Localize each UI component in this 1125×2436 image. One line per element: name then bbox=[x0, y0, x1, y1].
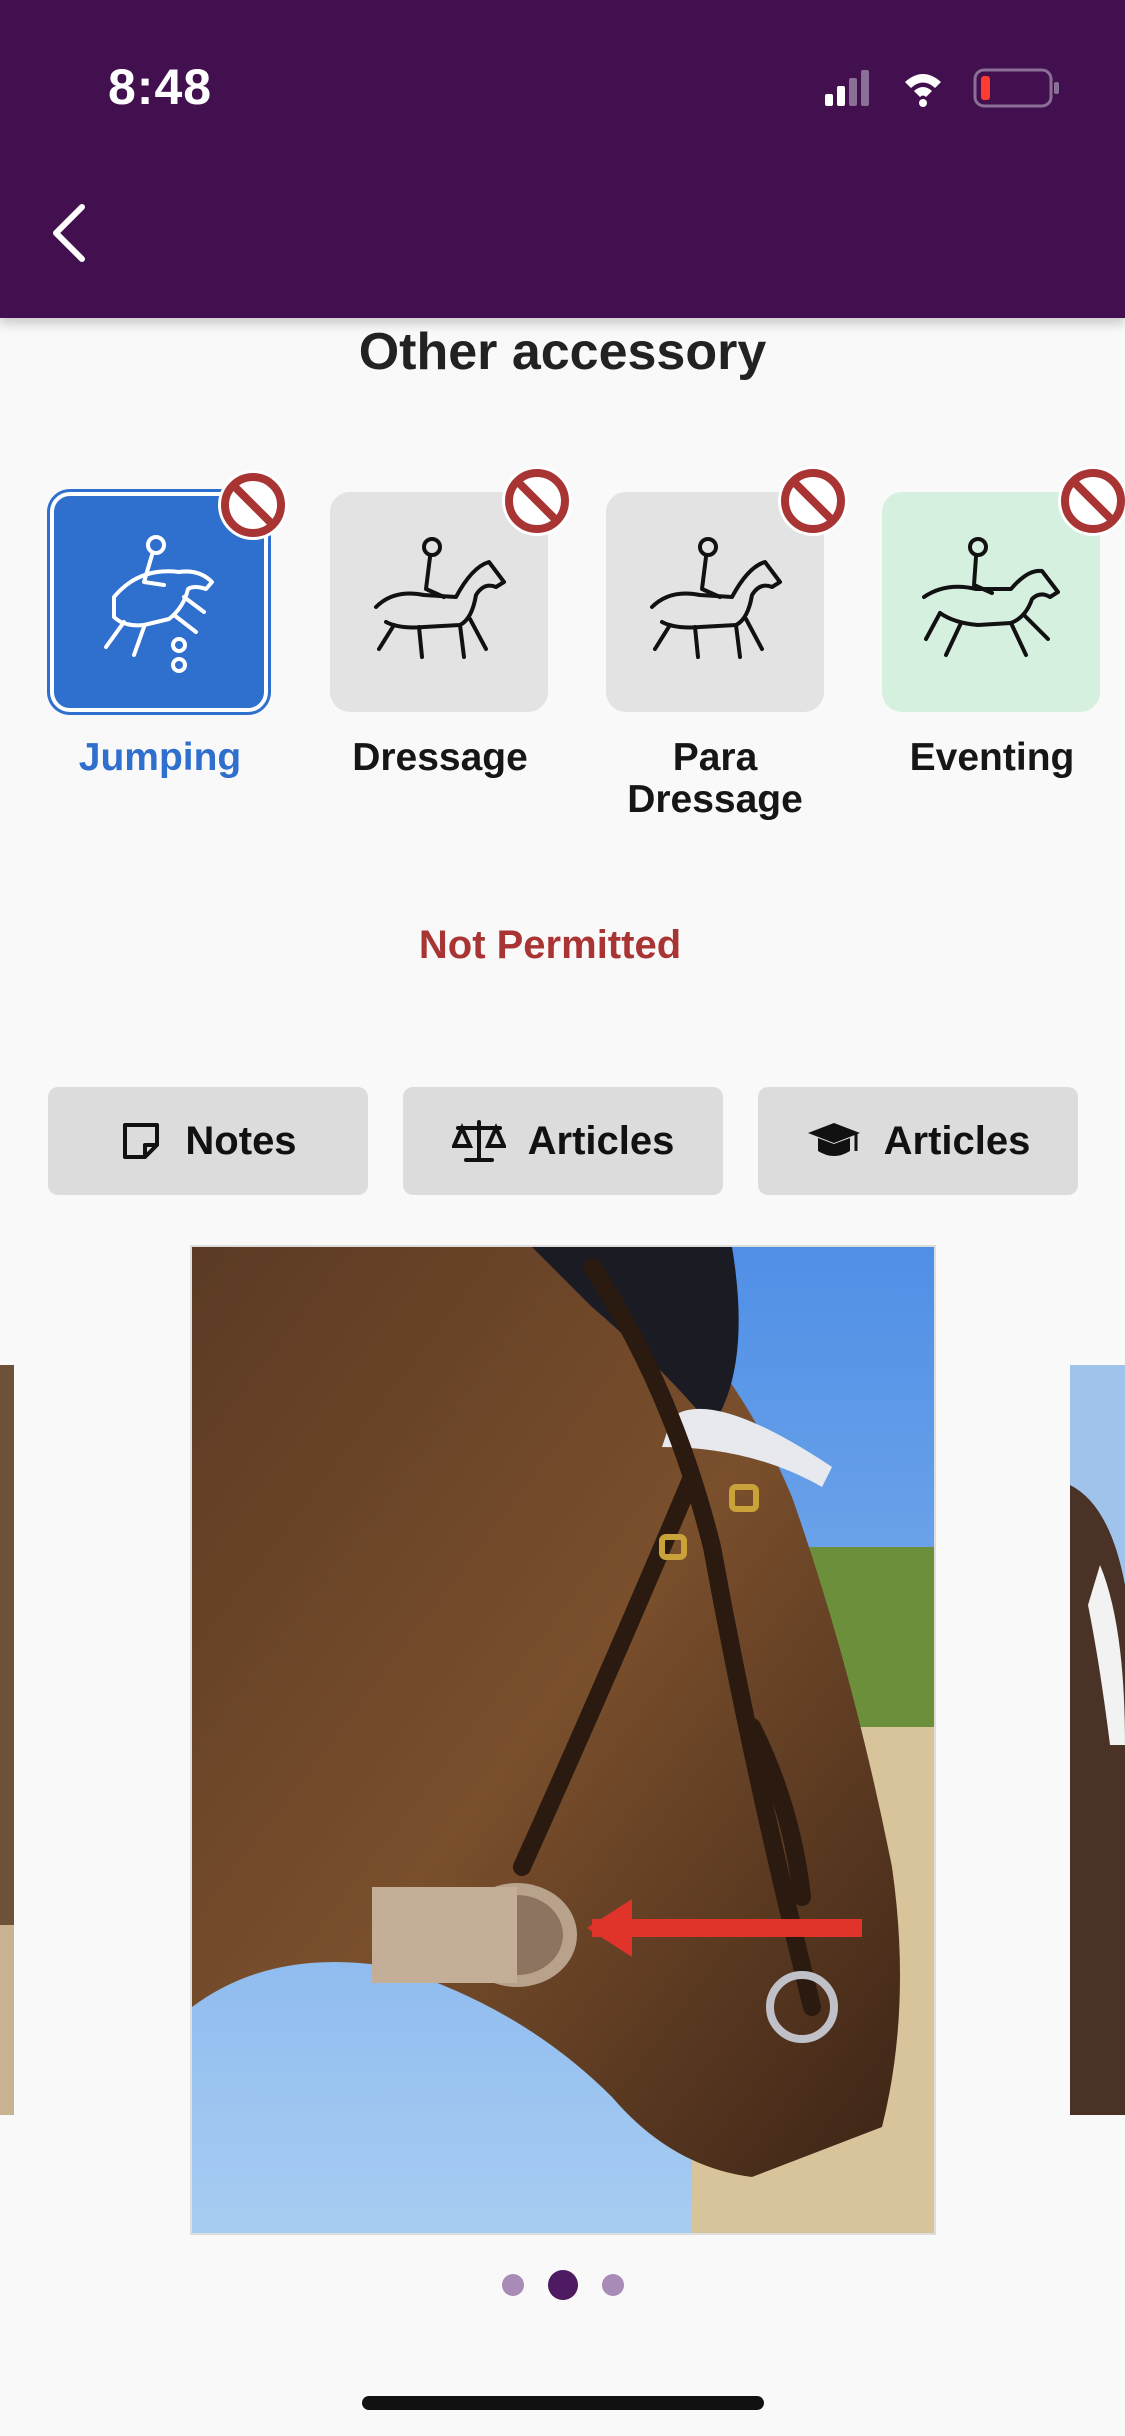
page-dot-active[interactable] bbox=[547, 2270, 578, 2300]
jumping-tile[interactable] bbox=[50, 470, 288, 712]
dressage-horse-icon bbox=[374, 537, 506, 659]
accessory-photo[interactable] bbox=[190, 1245, 936, 2235]
home-indicator[interactable] bbox=[362, 2396, 764, 2410]
previous-photo-preview[interactable] bbox=[0, 1365, 14, 2115]
jumping-horse-icon bbox=[104, 535, 214, 673]
page-dot[interactable] bbox=[501, 2274, 524, 2296]
permission-status: Not Permitted bbox=[418, 923, 682, 967]
scales-icon bbox=[451, 1120, 506, 1162]
prohibited-icon bbox=[505, 469, 569, 533]
prohibited-icon bbox=[781, 469, 845, 533]
graduation-cap-icon bbox=[807, 1123, 860, 1156]
discipline-label: Eventing bbox=[909, 736, 1075, 779]
prohibited-badge bbox=[218, 470, 288, 540]
prohibited-icon bbox=[1061, 469, 1125, 533]
discipline-label: Para Dressage bbox=[627, 736, 803, 821]
app-header: 8:48 bbox=[0, 0, 1125, 318]
status-icons bbox=[825, 68, 1059, 108]
horse-photo bbox=[192, 1247, 934, 2233]
carousel-pagination bbox=[0, 2270, 1125, 2300]
notes-label: Notes bbox=[185, 1118, 297, 1163]
rules-articles-button[interactable]: Articles bbox=[403, 1087, 723, 1195]
notes-icon bbox=[123, 1123, 160, 1159]
back-chevron-icon[interactable] bbox=[40, 195, 120, 275]
discipline-label: Dressage bbox=[352, 736, 528, 779]
wifi-icon bbox=[905, 74, 941, 107]
battery-icon bbox=[973, 68, 1059, 108]
dressage-horse-icon bbox=[650, 537, 782, 659]
education-articles-label: Articles bbox=[883, 1118, 1031, 1163]
dressage-tile[interactable] bbox=[330, 466, 572, 712]
signal-icon bbox=[825, 70, 869, 106]
education-articles-button[interactable]: Articles bbox=[758, 1087, 1078, 1195]
notes-button[interactable]: Notes bbox=[48, 1087, 368, 1195]
rules-articles-label: Articles bbox=[527, 1118, 675, 1163]
prohibited-badge bbox=[778, 466, 848, 536]
eventing-horse-icon bbox=[922, 537, 1060, 657]
page-dot[interactable] bbox=[601, 2274, 624, 2296]
prohibited-badge bbox=[502, 466, 572, 536]
status-time: 8:48 bbox=[108, 59, 213, 115]
prohibited-icon bbox=[221, 473, 285, 537]
discipline-label: Jumping bbox=[78, 736, 242, 779]
next-photo-preview[interactable] bbox=[1070, 1365, 1125, 2115]
para-dressage-tile[interactable] bbox=[606, 466, 848, 712]
page-title: Other accessory bbox=[358, 323, 767, 381]
prohibited-badge bbox=[1058, 466, 1125, 536]
